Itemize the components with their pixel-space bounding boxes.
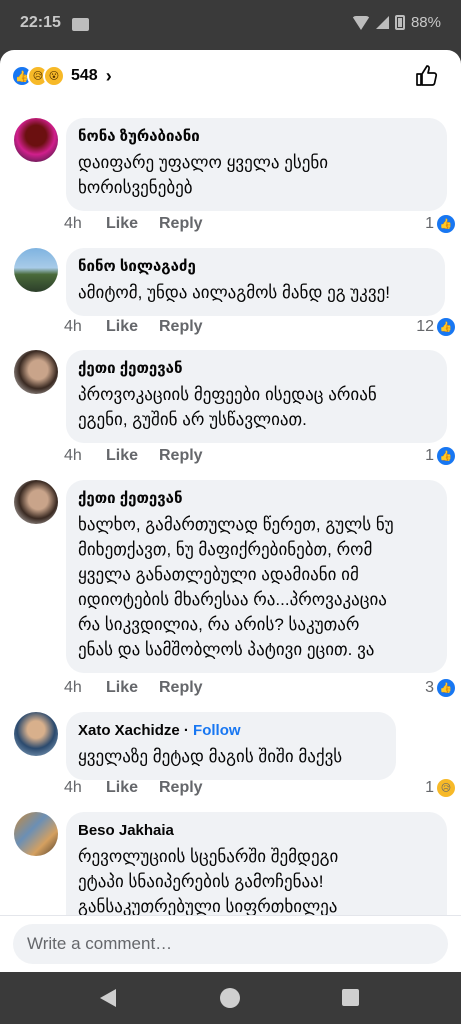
- comment-actions: 4h Like Reply: [64, 215, 203, 233]
- comment-reactions[interactable]: 1 😥: [425, 779, 455, 797]
- comment-actions: 4h Like Reply: [64, 318, 203, 336]
- message-icon: [72, 18, 89, 31]
- like-reaction-icon: 👍: [437, 447, 455, 465]
- comment-bubble: ნონა ზურაბიანი დაიფარე უფალო ყველა ესენი…: [66, 118, 447, 211]
- comment-author[interactable]: ნონა ზურაბიანი: [78, 127, 433, 147]
- reply-button[interactable]: Reply: [159, 215, 203, 233]
- avatar[interactable]: [14, 350, 58, 394]
- like-button[interactable]: Like: [106, 679, 159, 697]
- like-button[interactable]: Like: [106, 779, 159, 797]
- reactions-summary[interactable]: 👍 😥 😮 548 ›: [11, 64, 112, 88]
- comment-reactions[interactable]: 12 👍: [416, 318, 455, 336]
- comment-text: დაიფარე უფალო ყველა ესენი ხორისვენებებ: [78, 153, 329, 197]
- system-nav-bar: [0, 972, 461, 1024]
- avatar[interactable]: [14, 118, 58, 162]
- reply-button[interactable]: Reply: [159, 779, 203, 797]
- avatar[interactable]: [14, 712, 58, 756]
- reply-button[interactable]: Reply: [159, 447, 203, 465]
- reaction-count: 548: [71, 67, 98, 84]
- comment-author-name[interactable]: Xato Xachidze: [78, 722, 180, 739]
- reaction-count: 1: [425, 779, 434, 796]
- reply-button[interactable]: Reply: [159, 679, 203, 697]
- comment-time[interactable]: 4h: [64, 215, 106, 233]
- back-icon[interactable]: [100, 989, 116, 1007]
- comment-author[interactable]: ნინო სილაგაძე: [78, 257, 431, 277]
- avatar[interactable]: [14, 812, 58, 856]
- comment-bubble: Xato Xachidze · Follow ყველაზე მეტად მაგ…: [66, 712, 396, 780]
- recent-apps-icon[interactable]: [342, 989, 359, 1006]
- signal-icon: [375, 16, 389, 29]
- battery-level: 88%: [410, 14, 441, 31]
- battery-icon: [394, 15, 405, 30]
- home-icon[interactable]: [220, 988, 240, 1008]
- reaction-count: 1: [425, 447, 434, 464]
- comment-author: Xato Xachidze · Follow: [78, 722, 241, 739]
- avatar[interactable]: [14, 480, 58, 524]
- comment-text: ყველაზე მეტად მაგის შიში მაქვს: [78, 747, 343, 766]
- comment-author[interactable]: ქეთი ქეთევან: [78, 489, 433, 509]
- like-post-button[interactable]: [413, 62, 441, 90]
- avatar[interactable]: [14, 248, 58, 292]
- like-button[interactable]: Like: [106, 215, 159, 233]
- comment-text: რევოლუციის სცენარში შემდეგი ეტაპი სნაიპე…: [78, 847, 339, 916]
- comments-sheet: 👍 😥 😮 548 › ნონა ზურაბიანი დაიფარე უფალო…: [0, 50, 461, 972]
- reaction-count: 1: [425, 215, 434, 232]
- like-button[interactable]: Like: [106, 318, 159, 336]
- sad-reaction-icon: 😥: [437, 779, 455, 797]
- follow-button[interactable]: Follow: [193, 722, 241, 739]
- comment-text: ამიტომ, უნდა აილაგმოს მანდ ეგ უკვე!: [78, 283, 390, 302]
- comment-time[interactable]: 4h: [64, 779, 106, 797]
- comment-time[interactable]: 4h: [64, 318, 106, 336]
- chevron-right-icon: ›: [105, 65, 112, 86]
- wow-reaction-icon: 😮: [43, 65, 65, 87]
- comment-reactions[interactable]: 3 👍: [425, 679, 455, 697]
- comment-reactions[interactable]: 1 👍: [425, 447, 455, 465]
- like-reaction-icon: 👍: [437, 679, 455, 697]
- comment-bubble: ქეთი ქეთევან პროვოკაციის მეფეები ისედაც …: [66, 350, 447, 443]
- comment-text: პროვოკაციის მეფეები ისედაც არიან ეგენი, …: [78, 385, 377, 429]
- comment-bubble: ნინო სილაგაძე ამიტომ, უნდა აილაგმოს მანდ…: [66, 248, 445, 316]
- comment-actions: 4h Like Reply: [64, 779, 203, 797]
- comment-time[interactable]: 4h: [64, 447, 106, 465]
- comment-composer: Write a comment…: [0, 915, 461, 972]
- comment-input[interactable]: Write a comment…: [13, 924, 448, 964]
- reply-button[interactable]: Reply: [159, 318, 203, 336]
- comment-bubble: ქეთი ქეთევან ხალხო, გამართულად წერეთ, გუ…: [66, 480, 447, 673]
- comment-reactions[interactable]: 1 👍: [425, 215, 455, 233]
- like-reaction-icon: 👍: [437, 215, 455, 233]
- comment-text: ხალხო, გამართულად წერეთ, გულს ნუ მიხეთქა…: [78, 515, 394, 659]
- reaction-count: 12: [416, 318, 434, 335]
- wifi-icon: [351, 15, 370, 30]
- status-time: 22:15: [20, 14, 61, 31]
- reaction-count: 3: [425, 679, 434, 696]
- thumbs-up-icon: [416, 65, 438, 86]
- comment-actions: 4h Like Reply: [64, 447, 203, 465]
- comment-author[interactable]: ქეთი ქეთევან: [78, 359, 433, 379]
- status-bar: 22:15 88%: [0, 0, 461, 50]
- comment-actions: 4h Like Reply: [64, 679, 203, 697]
- like-reaction-icon: 👍: [437, 318, 455, 336]
- comment-author[interactable]: Beso Jakhaia: [78, 821, 433, 841]
- like-button[interactable]: Like: [106, 447, 159, 465]
- comment-time[interactable]: 4h: [64, 679, 106, 697]
